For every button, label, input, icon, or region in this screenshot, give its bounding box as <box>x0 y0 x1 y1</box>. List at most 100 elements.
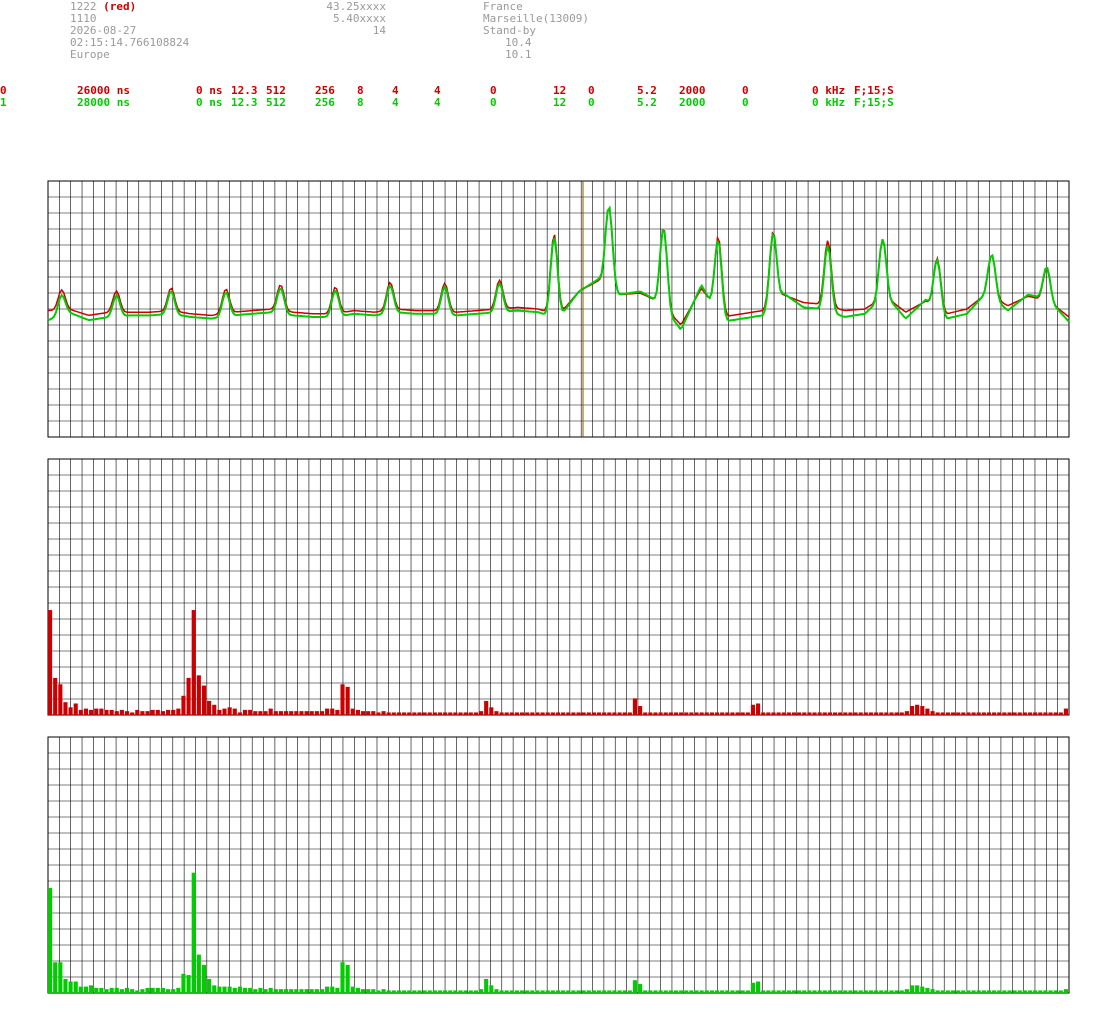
bar <box>186 975 191 993</box>
bar <box>530 990 535 993</box>
bar <box>853 990 858 993</box>
bar <box>284 711 289 715</box>
bar <box>966 990 971 993</box>
bar <box>1058 990 1063 993</box>
bar <box>78 986 83 993</box>
bar <box>750 704 756 715</box>
bar <box>1043 712 1048 715</box>
bar <box>407 712 412 715</box>
bar <box>602 712 607 715</box>
bar <box>673 990 679 993</box>
bar <box>899 990 904 993</box>
bar <box>756 981 761 993</box>
bar <box>668 712 673 715</box>
bar <box>566 712 571 715</box>
bar <box>1017 712 1022 715</box>
bar <box>278 989 284 993</box>
bar <box>745 990 750 993</box>
bar <box>140 711 145 715</box>
bar <box>1038 990 1043 993</box>
bar <box>709 712 714 715</box>
bar <box>155 709 160 715</box>
bar <box>909 985 915 993</box>
bar <box>489 707 494 715</box>
bar <box>1022 712 1027 715</box>
bar <box>581 990 586 993</box>
bar <box>622 990 627 993</box>
bar <box>935 990 940 993</box>
bar <box>396 990 402 993</box>
bar <box>345 686 350 715</box>
bar <box>417 990 422 993</box>
bar <box>909 706 915 715</box>
bar <box>181 973 186 993</box>
bar <box>376 712 381 715</box>
bar <box>514 990 520 993</box>
bar <box>591 712 596 715</box>
bar <box>258 711 263 715</box>
bar <box>632 980 638 993</box>
bar <box>330 986 335 993</box>
bar <box>340 962 345 993</box>
bar <box>730 712 735 715</box>
bar <box>1053 990 1058 993</box>
bar <box>212 704 217 715</box>
bar <box>463 712 468 715</box>
bar <box>797 712 802 715</box>
bar <box>853 712 858 715</box>
bar <box>222 708 227 715</box>
bar <box>848 712 853 715</box>
bar <box>330 708 335 715</box>
bar <box>961 712 966 715</box>
bar <box>140 989 145 993</box>
bar <box>612 712 617 715</box>
bar <box>73 981 78 993</box>
bar <box>268 708 273 715</box>
bar <box>555 712 561 715</box>
bar <box>1002 712 1007 715</box>
spectrum-green-panel <box>47 736 1070 994</box>
bar <box>771 712 776 715</box>
bar <box>525 712 530 715</box>
bar <box>935 712 940 715</box>
bar <box>273 989 278 993</box>
bar <box>1043 990 1048 993</box>
bar <box>253 989 258 993</box>
bar <box>360 711 366 715</box>
bar <box>1012 990 1017 993</box>
bar <box>145 711 150 715</box>
bar <box>196 954 201 993</box>
bar <box>535 990 540 993</box>
bar <box>89 985 94 993</box>
bar <box>858 990 863 993</box>
bar <box>915 704 920 715</box>
bar <box>509 712 514 715</box>
bar <box>714 990 720 993</box>
bar <box>874 712 879 715</box>
bar <box>622 712 627 715</box>
bar <box>596 990 602 993</box>
bar <box>689 712 694 715</box>
bar <box>776 712 781 715</box>
bar <box>720 712 725 715</box>
bar <box>109 709 114 715</box>
bar <box>725 990 730 993</box>
bar <box>673 712 679 715</box>
bar <box>181 695 186 715</box>
bar <box>284 989 289 993</box>
bar <box>950 990 956 993</box>
bar <box>884 712 889 715</box>
bar <box>863 712 868 715</box>
grid <box>47 458 1070 716</box>
bar <box>48 888 53 993</box>
bar <box>263 989 268 993</box>
bar <box>930 989 935 993</box>
bar <box>817 990 822 993</box>
bar <box>555 990 561 993</box>
bar <box>468 990 473 993</box>
bar <box>463 990 468 993</box>
bar <box>920 706 925 715</box>
bar <box>427 712 432 715</box>
bar <box>381 989 386 993</box>
bar <box>94 708 99 715</box>
